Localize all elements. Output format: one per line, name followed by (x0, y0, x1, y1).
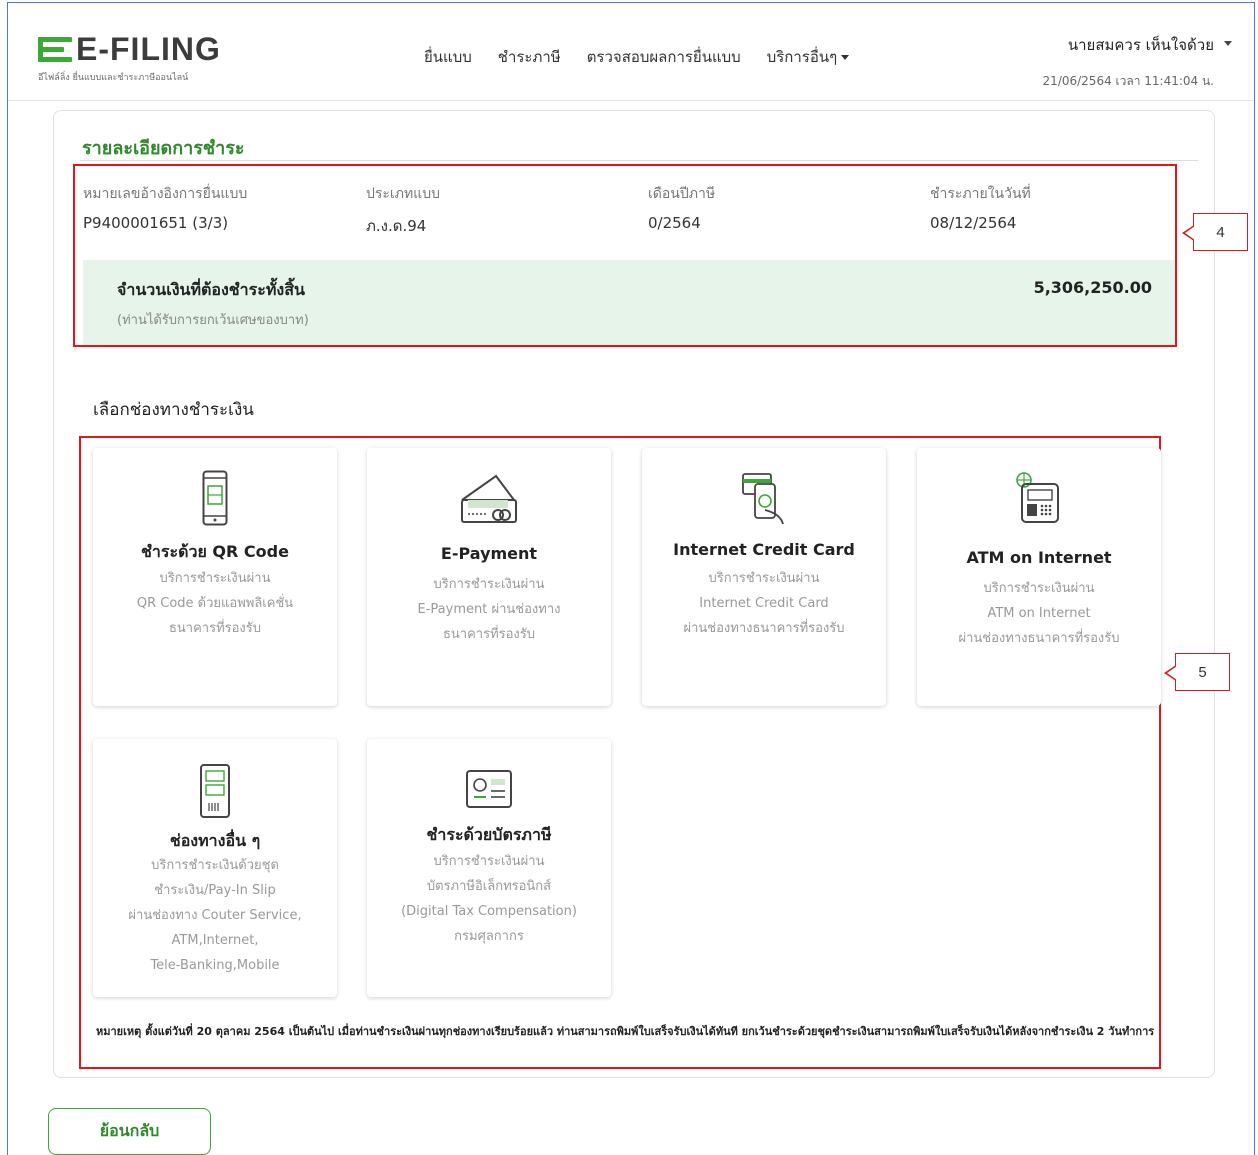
callout-4: 4 (1182, 213, 1248, 251)
user-info: นายสมควร เห็นใจด้วย 21/06/2564 เวลา 11:4… (1043, 33, 1214, 91)
chevron-down-icon (841, 55, 850, 60)
atm-icon (1014, 470, 1064, 530)
efiling-logo-mark (38, 35, 72, 65)
pay-in-slip-icon (199, 763, 231, 823)
method-title: E-Payment (440, 544, 538, 563)
method-description: บริการชำระเงินผ่าน E-Payment ผ่านช่องทางธ… (417, 577, 561, 642)
method-title: ชำระด้วยบัตรภาษี (426, 825, 552, 844)
footnote: หมายเหตุ ตั้งแต่วันที่ 20 ตุลาคม 2564 เป… (96, 1025, 1155, 1038)
tax-card-icon (465, 769, 513, 813)
back-button[interactable]: ย้อนกลับ (48, 1108, 211, 1155)
main-nav: ยื่นแบบ ชำระภาษี ตรวจสอบผลการยื่นแบบ บริ… (424, 45, 850, 69)
method-tax-card[interactable]: ชำระด้วยบัตรภาษี บริการชำระเงินผ่าน บัตรภ… (367, 739, 611, 997)
method-qr-code[interactable]: ชำระด้วย QR Code บริการชำระเงินผ่าน QR Co… (93, 448, 337, 706)
nav-other-services-label: บริการอื่นๆ (766, 48, 838, 66)
nav-check-status[interactable]: ตรวจสอบผลการยื่นแบบ (587, 45, 741, 69)
user-menu-chevron-icon[interactable] (1224, 41, 1232, 46)
nav-pay-tax[interactable]: ชำระภาษี (498, 45, 561, 69)
top-header: E-FILING อีไฟล์ลิ่ง ยื่นแบบและชำระภาษีออ… (8, 3, 1254, 101)
method-internet-credit-card[interactable]: Internet Credit Card บริการชำระเงินผ่าน I… (642, 448, 886, 706)
method-atm-on-internet[interactable]: ATM on Internet บริการชำระเงินผ่าน ATM on… (917, 448, 1161, 706)
callout-5: 5 (1164, 653, 1230, 691)
credit-card-hand-icon (739, 470, 789, 530)
e-payment-card-icon (458, 470, 520, 530)
method-other-channels[interactable]: ช่องทางอื่น ๆ บริการชำระเงินด้วยชุด ชำระเ… (93, 739, 337, 997)
divider (80, 160, 1198, 161)
highlight-box-details (73, 164, 1177, 347)
method-title: ชำระด้วย QR Code (141, 542, 289, 561)
method-title: Internet Credit Card (673, 540, 855, 559)
logo-text: E-FILING (76, 31, 221, 67)
current-datetime: 21/06/2564 เวลา 11:41:04 น. (1042, 74, 1214, 88)
user-name[interactable]: นายสมควร เห็นใจด้วย (1043, 33, 1214, 57)
nav-other-services[interactable]: บริการอื่นๆ (766, 45, 850, 69)
method-e-payment[interactable]: E-Payment บริการชำระเงินผ่าน E-Payment ผ่… (367, 448, 611, 706)
qr-phone-icon (202, 470, 228, 530)
method-title: ATM on Internet (966, 548, 1112, 567)
section-title: รายละเอียดการชำระ (82, 138, 245, 159)
method-description: บริการชำระเงินผ่าน บัตรภาษีอิเล็กทรอนิกส์… (401, 854, 577, 944)
method-description: บริการชำระเงินผ่าน Internet Credit Card ผ่… (683, 571, 845, 636)
method-description: บริการชำระเงินด้วยชุด ชำระเงิน/Pay-In Sli… (128, 858, 302, 973)
logo-subtitle: อีไฟล์ลิ่ง ยื่นแบบและชำระภาษีออนไลน์ (38, 73, 189, 83)
nav-file-return[interactable]: ยื่นแบบ (424, 45, 472, 69)
method-title: ช่องทางอื่น ๆ (169, 831, 261, 850)
choose-method-title: เลือกช่องทางชำระเงิน (93, 400, 254, 420)
method-description: บริการชำระเงินผ่าน QR Code ด้วยแอพพลิเคชั… (136, 571, 294, 636)
method-description: บริการชำระเงินผ่าน ATM on Internet ผ่านช่อ… (958, 581, 1120, 646)
efiling-logo[interactable]: E-FILING อีไฟล์ลิ่ง ยื่นแบบและชำระภาษีออ… (38, 31, 221, 84)
